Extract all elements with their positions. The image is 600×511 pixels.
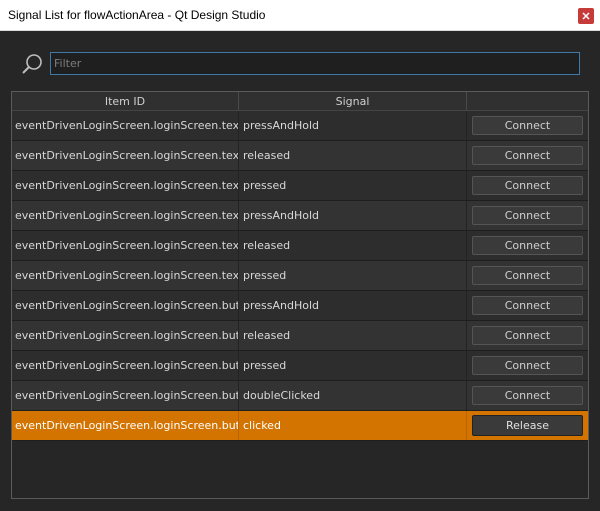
action-cell: Connect <box>467 321 588 350</box>
action-cell: Connect <box>467 171 588 200</box>
connect-button[interactable]: Connect <box>472 266 583 285</box>
table-row[interactable]: eventDrivenLoginScreen.loginScreen.textF… <box>12 261 588 291</box>
release-button[interactable]: Release <box>472 415 583 436</box>
item-id-cell: eventDrivenLoginScreen.loginScreen.textF… <box>12 111 239 140</box>
signal-cell: doubleClicked <box>239 381 467 410</box>
table-row[interactable]: eventDrivenLoginScreen.loginScreen.butto… <box>12 291 588 321</box>
connect-button[interactable]: Connect <box>472 356 583 375</box>
connect-button[interactable]: Connect <box>472 176 583 195</box>
close-button[interactable] <box>578 8 594 24</box>
column-header-item-id[interactable]: Item ID <box>12 92 239 111</box>
signal-cell: pressed <box>239 261 467 290</box>
signal-cell: pressed <box>239 171 467 200</box>
action-cell: Connect <box>467 231 588 260</box>
table-row[interactable]: eventDrivenLoginScreen.loginScreen.textF… <box>12 201 588 231</box>
table-row[interactable]: eventDrivenLoginScreen.loginScreen.butto… <box>12 381 588 411</box>
table-row[interactable]: eventDrivenLoginScreen.loginScreen.textF… <box>12 231 588 261</box>
action-cell: Release <box>467 411 588 440</box>
connect-button[interactable]: Connect <box>472 296 583 315</box>
signal-cell: pressed <box>239 351 467 380</box>
connect-button[interactable]: Connect <box>472 386 583 405</box>
item-id-cell: eventDrivenLoginScreen.loginScreen.butto… <box>12 321 239 350</box>
item-id-cell: eventDrivenLoginScreen.loginScreen.textF… <box>12 231 239 260</box>
column-header-signal[interactable]: Signal <box>239 92 467 111</box>
connect-button[interactable]: Connect <box>472 146 583 165</box>
connect-button[interactable]: Connect <box>472 116 583 135</box>
item-id-cell: eventDrivenLoginScreen.loginScreen.butto… <box>12 381 239 410</box>
close-icon <box>582 12 590 20</box>
table-header: Item ID Signal <box>12 92 588 111</box>
window-title: Signal List for flowActionArea - Qt Desi… <box>8 8 266 22</box>
signal-cell: pressAndHold <box>239 111 467 140</box>
action-cell: Connect <box>467 141 588 170</box>
signal-cell: released <box>239 231 467 260</box>
action-cell: Connect <box>467 291 588 320</box>
action-cell: Connect <box>467 111 588 140</box>
item-id-cell: eventDrivenLoginScreen.loginScreen.butto… <box>12 351 239 380</box>
action-cell: Connect <box>467 261 588 290</box>
connect-button[interactable]: Connect <box>472 326 583 345</box>
dialog-body: Item ID Signal eventDrivenLoginScreen.lo… <box>0 31 600 511</box>
column-header-action[interactable] <box>467 92 588 111</box>
item-id-cell: eventDrivenLoginScreen.loginScreen.textF… <box>12 141 239 170</box>
action-cell: Connect <box>467 381 588 410</box>
item-id-cell: eventDrivenLoginScreen.loginScreen.butto… <box>12 291 239 320</box>
table-row[interactable]: eventDrivenLoginScreen.loginScreen.butto… <box>12 351 588 381</box>
connect-button[interactable]: Connect <box>472 206 583 225</box>
signal-table: Item ID Signal eventDrivenLoginScreen.lo… <box>11 91 589 499</box>
signal-cell: pressAndHold <box>239 201 467 230</box>
filter-input[interactable] <box>50 52 580 75</box>
action-cell: Connect <box>467 201 588 230</box>
signal-cell: pressAndHold <box>239 291 467 320</box>
table-row[interactable]: eventDrivenLoginScreen.loginScreen.butto… <box>12 321 588 351</box>
action-cell: Connect <box>467 351 588 380</box>
table-row[interactable]: eventDrivenLoginScreen.loginScreen.butto… <box>12 411 588 441</box>
item-id-cell: eventDrivenLoginScreen.loginScreen.textF… <box>12 201 239 230</box>
connect-button[interactable]: Connect <box>472 236 583 255</box>
table-body: eventDrivenLoginScreen.loginScreen.textF… <box>12 111 588 441</box>
table-row[interactable]: eventDrivenLoginScreen.loginScreen.textF… <box>12 171 588 201</box>
item-id-cell: eventDrivenLoginScreen.loginScreen.textF… <box>12 171 239 200</box>
item-id-cell: eventDrivenLoginScreen.loginScreen.butto… <box>12 411 239 440</box>
table-row[interactable]: eventDrivenLoginScreen.loginScreen.textF… <box>12 111 588 141</box>
signal-cell: clicked <box>239 411 467 440</box>
signal-cell: released <box>239 321 467 350</box>
search-icon <box>22 54 42 74</box>
item-id-cell: eventDrivenLoginScreen.loginScreen.textF… <box>12 261 239 290</box>
signal-cell: released <box>239 141 467 170</box>
title-bar: Signal List for flowActionArea - Qt Desi… <box>0 0 600 31</box>
table-row[interactable]: eventDrivenLoginScreen.loginScreen.textF… <box>12 141 588 171</box>
